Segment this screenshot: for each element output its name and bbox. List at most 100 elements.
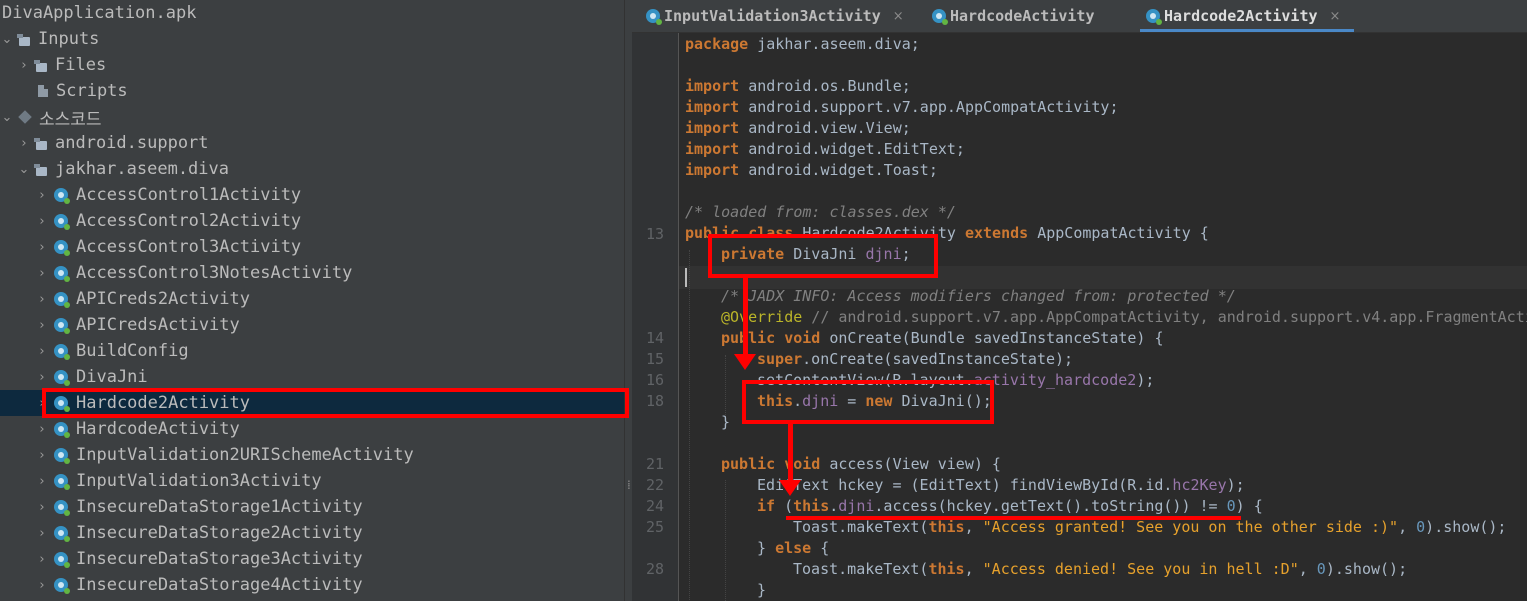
tree-item-label: Inputs xyxy=(38,29,100,49)
chevron-right-icon[interactable]: › xyxy=(36,520,48,546)
code-line: import android.widget.Toast; xyxy=(685,160,938,181)
chevron-right-icon[interactable]: › xyxy=(36,572,48,598)
code-number: 0 xyxy=(1316,560,1326,578)
class-icon xyxy=(932,9,948,25)
code-line: public void onCreate(Bundle savedInstanc… xyxy=(721,328,1164,349)
tree-item-class[interactable]: › APICredsActivity xyxy=(0,312,624,338)
tree-item-class[interactable]: › AccessControl2Activity xyxy=(0,208,624,234)
chevron-right-icon[interactable]: › xyxy=(36,416,48,442)
code-text: } xyxy=(757,539,776,557)
code-text: AppCompatActivity { xyxy=(1028,224,1209,242)
code-text: , xyxy=(964,560,983,578)
tab-label: InputValidation3Activity xyxy=(664,7,881,25)
close-icon[interactable]: × xyxy=(1330,9,1341,24)
tree-item-label: 소스코드 xyxy=(39,109,102,130)
tree-item-class[interactable]: › InsecureDataStorage2Activity xyxy=(0,520,624,546)
tree-item-label: AccessControl2Activity xyxy=(76,211,302,231)
chevron-right-icon[interactable]: › xyxy=(36,546,48,572)
code-text: android.support.v7.app.AppCompatActivity… xyxy=(739,98,1119,116)
code-text: ( xyxy=(775,497,794,515)
chevron-right-icon[interactable]: › xyxy=(36,364,48,390)
tree-item-class[interactable]: › HardcodeActivity xyxy=(0,416,624,442)
chevron-right-icon[interactable]: › xyxy=(36,494,48,520)
chevron-right-icon[interactable]: › xyxy=(36,338,48,364)
class-icon xyxy=(54,370,70,386)
tab-inputvalidation3activity[interactable]: InputValidation3Activity × xyxy=(646,0,904,32)
code-number: 0 xyxy=(1226,497,1236,515)
close-icon[interactable]: × xyxy=(893,9,904,24)
tree-item-files[interactable]: › Files xyxy=(0,52,624,78)
code-field: activity_hardcode2 xyxy=(973,371,1137,389)
chevron-right-icon[interactable]: › xyxy=(18,130,30,156)
class-icon xyxy=(54,214,70,230)
chevron-down-icon[interactable]: ⌄ xyxy=(1,104,13,130)
code-text: android.view.View; xyxy=(739,119,911,137)
tree-item-android-support[interactable]: › android.support xyxy=(0,130,624,156)
code-keyword: if xyxy=(757,497,776,515)
code-annotation: @Override xyxy=(721,308,803,326)
editor-tabs: InputValidation3Activity × HardcodeActiv… xyxy=(632,0,1527,33)
tab-hardcodeactivity[interactable]: HardcodeActivity xyxy=(932,0,1107,32)
tree-item-class[interactable]: › DivaJni xyxy=(0,364,624,390)
code-text: , xyxy=(1398,518,1417,536)
code-string: "Access denied! See you in hell :D" xyxy=(982,560,1299,578)
code-line: } xyxy=(757,580,766,601)
tree-item-package[interactable]: ⌄ jakhar.aseem.diva xyxy=(0,156,624,182)
tree-item-class[interactable]: › InputValidation3Activity xyxy=(0,468,624,494)
file-icon xyxy=(38,85,48,97)
tree-item-class[interactable]: › AccessControl1Activity xyxy=(0,182,624,208)
tree-item-class[interactable]: › AccessControl3Activity xyxy=(0,234,624,260)
code-line: public void access(View view) { xyxy=(721,454,1001,475)
tree-item-label: InsecureDataStorage1Activity xyxy=(76,497,363,517)
tree-item-class[interactable]: › BuildConfig xyxy=(0,338,624,364)
cube-icon xyxy=(18,110,32,124)
tree-item-class[interactable]: › AccessControl3NotesActivity xyxy=(0,260,624,286)
chevron-right-icon[interactable]: › xyxy=(36,312,48,338)
chevron-right-icon[interactable]: › xyxy=(36,234,48,260)
code-keyword: package xyxy=(685,35,749,53)
chevron-right-icon[interactable]: › xyxy=(36,442,48,468)
tree-item-class[interactable]: › InsecureDataStorage3Activity xyxy=(0,546,624,572)
chevron-right-icon[interactable]: › xyxy=(36,260,48,286)
chevron-right-icon[interactable]: › xyxy=(36,468,48,494)
code-comment: /* loaded from: classes.dex */ xyxy=(685,203,956,221)
code-text: jakhar.aseem.diva; xyxy=(748,35,920,53)
chevron-right-icon[interactable]: › xyxy=(18,52,30,78)
highlight-box-field xyxy=(708,234,938,278)
code-text: android.widget.EditText; xyxy=(739,140,965,158)
code-text: Toast.makeText( xyxy=(793,518,929,536)
code-line: @Override // android.support.v7.app.AppC… xyxy=(721,307,1527,328)
tree-item-label: AccessControl3Activity xyxy=(76,237,302,257)
tab-hardcode2activity[interactable]: Hardcode2Activity × xyxy=(1139,0,1355,32)
chevron-down-icon[interactable]: ⌄ xyxy=(18,156,30,182)
tree-item-label: APICredsActivity xyxy=(76,315,240,335)
highlight-box-init xyxy=(742,380,994,424)
chevron-right-icon[interactable]: › xyxy=(36,208,48,234)
indent-guide xyxy=(689,250,690,600)
tree-item-label: InputValidation2URISchemeActivity xyxy=(76,445,414,465)
drag-handle-icon[interactable]: ⁞ xyxy=(627,478,631,492)
line-number: 14 xyxy=(645,329,664,347)
class-icon xyxy=(54,552,70,568)
code-text: } xyxy=(721,413,731,431)
tree-item-class[interactable]: › APICreds2Activity xyxy=(0,286,624,312)
line-number: 24 xyxy=(645,497,664,515)
line-number: 13 xyxy=(645,225,664,243)
chevron-down-icon[interactable]: ⌄ xyxy=(1,26,13,52)
code-text: Toast.makeText( xyxy=(793,560,929,578)
tree-item-class[interactable]: › InputValidation2URISchemeActivity xyxy=(0,442,624,468)
tree-item-sources[interactable]: ⌄ 소스코드 xyxy=(0,104,624,130)
tree-item-class[interactable]: › InsecureDataStorage4Activity xyxy=(0,572,624,598)
tree-item-inputs[interactable]: ⌄ Inputs xyxy=(0,26,624,52)
tree-item-class[interactable]: › InsecureDataStorage1Activity xyxy=(0,494,624,520)
chevron-right-icon[interactable]: › xyxy=(36,182,48,208)
tree-root[interactable]: DivaApplication.apk xyxy=(0,0,624,26)
code-keyword: import xyxy=(685,140,740,158)
code-field: djni xyxy=(838,497,875,515)
class-icon xyxy=(54,526,70,542)
chevron-right-icon[interactable]: › xyxy=(36,286,48,312)
class-icon xyxy=(54,240,70,256)
indent-guide xyxy=(725,480,726,601)
tree-item-scripts[interactable]: Scripts xyxy=(0,78,624,104)
code-line: } else { xyxy=(757,538,829,559)
